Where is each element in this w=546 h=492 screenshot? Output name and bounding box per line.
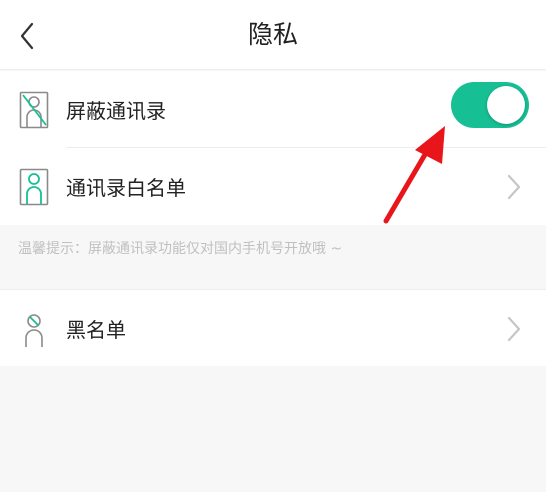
contact-banned-icon xyxy=(25,314,43,347)
contact-blocked-icon xyxy=(19,91,49,129)
page-title: 隐私 xyxy=(247,20,298,49)
contact-whitelist-icon xyxy=(19,168,49,206)
header-bar: 隐私 xyxy=(0,0,546,70)
chevron-right-icon xyxy=(507,316,521,342)
blacklist-label: 黑名单 xyxy=(66,318,126,342)
whitelist-label: 通讯录白名单 xyxy=(66,176,186,200)
chevron-left-icon xyxy=(20,22,34,50)
blacklist-group: 黑名单 xyxy=(0,289,546,366)
contacts-settings-group: 屏蔽通讯录 通讯录白名单 xyxy=(0,71,546,225)
blacklist-row[interactable]: 黑名单 xyxy=(0,290,546,367)
block-contacts-label: 屏蔽通讯录 xyxy=(66,99,166,123)
back-button[interactable] xyxy=(12,18,42,54)
whitelist-row[interactable]: 通讯录白名单 xyxy=(0,148,546,225)
toggle-knob xyxy=(487,86,525,124)
privacy-hint: 温馨提示：屏蔽通讯录功能仅对国内手机号开放哦 ~ xyxy=(18,241,343,257)
block-contacts-row: 屏蔽通讯录 xyxy=(0,71,546,148)
block-contacts-toggle[interactable] xyxy=(451,82,529,128)
chevron-right-icon xyxy=(507,174,521,200)
